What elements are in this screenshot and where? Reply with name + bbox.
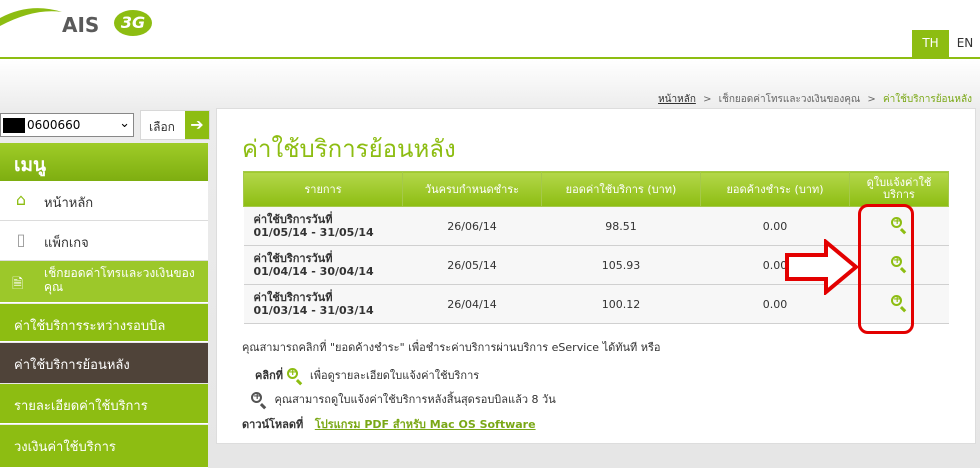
menu-title: เมนู [14,154,47,176]
pay-note: คุณสามารถคลิกที่ "ยอดค้างชำระ" เพื่อชำระ… [242,338,661,356]
sidebar-item-label: แพ็กเกจ [44,236,89,251]
lang-th-button[interactable]: TH [912,30,949,57]
breadcrumb-separator: > [867,94,876,105]
pdf-download-link[interactable]: โปรแกรม PDF สำหรับ Mac OS Software [315,418,536,431]
header-divider [0,57,980,59]
bill-period-cell: ค่าใช้บริการวันที่ 01/04/14 - 30/04/14 [243,245,403,285]
breadcrumb-separator: > [703,94,712,105]
home-icon: ⌂ [15,190,27,209]
bill-period-label: ค่าใช้บริการวันที่ [253,252,333,265]
bill-period-range: 01/04/14 - 30/04/14 [253,265,374,278]
amount-cell: 98.51 [541,206,701,246]
column-header: ยอดค้างชำระ (บาท) [700,171,850,207]
ais-logo[interactable]: AIS 3G [0,0,160,45]
view-note-text: คุณสามารถดูใบแจ้งค่าใช้บริการหลังสิ้นสุด… [274,393,556,406]
breadcrumb-home-link[interactable]: หน้าหลัก [658,94,696,105]
choose-button-label: เลือก [149,120,175,134]
zoom-in-icon: + [286,367,303,386]
amount-cell: 105.93 [541,245,701,285]
due-date-cell: 26/04/14 [402,284,542,324]
bill-period-range: 01/05/14 - 31/05/14 [253,226,374,239]
column-header: วันครบกำหนดชำระ [402,171,542,207]
chevron-down-icon: ⌄ [119,116,130,131]
red-arrow-icon [785,239,860,295]
zoom-in-icon: + [251,391,267,410]
click-note-prefix: คลิกที่ [255,369,284,382]
logo-swoosh-icon [0,8,62,26]
bill-period-cell: ค่าใช้บริการวันที่ 01/05/14 - 31/05/14 [243,206,403,246]
sidebar: เมนู ⌂ หน้าหลัก ▯ แพ็กเกจ 🗎 เช็กยอดค่าโท… [0,143,208,468]
lang-en-button[interactable]: EN [950,30,980,57]
due-date-cell: 26/05/14 [402,245,542,285]
sidebar-item-credit[interactable]: วงเงินค่าใช้บริการ [0,425,208,468]
breadcrumb: หน้าหลัก > เช็กยอดค่าโทรและวงเงินของคุณ … [658,92,972,107]
bill-icon: 🗎 [12,276,24,292]
number-select[interactable]: 0600660 ⌄ [0,113,134,137]
logo-3g-badge: 3G [114,10,152,36]
column-header: ยอดค่าใช้บริการ (บาท) [541,171,701,207]
page-title: ค่าใช้บริการย้อนหลัง [242,135,456,163]
due-date-cell: 26/06/14 [402,206,542,246]
pay-note-text: คุณสามารถคลิกที่ "ยอดค้างชำระ" เพื่อชำระ… [242,341,661,354]
top-bar: AIS 3G TH EN [0,0,980,58]
sidebar-item-label: วงเงินค่าใช้บริการ [14,440,116,455]
phone-icon: ▯ [16,230,26,249]
sidebar-item-history[interactable]: ค่าใช้บริการย้อนหลัง [0,343,208,383]
sidebar-item-label: ค่าใช้บริการระหว่างรอบบิล [14,319,166,334]
sidebar-item-label: รายละเอียดค่าใช้บริการ [14,399,148,414]
sidebar-item-current-cycle[interactable]: ค่าใช้บริการระหว่างรอบบิล [0,304,208,342]
table-header-row: รายการ วันครบกำหนดชำระ ยอดค่าใช้บริการ (… [243,171,949,207]
bill-period-label: ค่าใช้บริการวันที่ [253,291,333,304]
choose-number-button[interactable]: เลือก ➔ [140,110,210,140]
arrow-right-icon: ➔ [185,111,209,139]
sidebar-item-home[interactable]: ⌂ หน้าหลัก [0,181,208,221]
bill-period-cell: ค่าใช้บริการวันที่ 01/03/14 - 31/03/14 [243,284,403,324]
column-header: รายการ [243,171,403,207]
logo-text: AIS [62,13,100,37]
highlight-box [858,204,914,334]
click-note: คลิกที่ + เพื่อดูรายละเอียดใบแจ้งค่าใช้บ… [255,366,480,386]
column-header: ดูใบแจ้งค่าใช้บริการ [849,171,949,207]
view-note: + คุณสามารถดูใบแจ้งค่าใช้บริการหลังสิ้นส… [251,390,556,410]
download-label: ดาวน์โหลดที่ [242,418,304,431]
amount-cell: 100.12 [541,284,701,324]
download-note: ดาวน์โหลดที่ โปรแกรม PDF สำหรับ Mac OS S… [242,415,536,433]
main-panel: ค่าใช้บริการย้อนหลัง รายการ วันครบกำหนดช… [216,108,976,444]
sidebar-item-package[interactable]: ▯ แพ็กเกจ [0,221,208,261]
sidebar-item-detail[interactable]: รายละเอียดค่าใช้บริการ [0,384,208,424]
redacted-number-mask [3,118,25,133]
sidebar-item-label: ค่าใช้บริการย้อนหลัง [14,358,130,373]
breadcrumb-current: ค่าใช้บริการย้อนหลัง [882,94,972,105]
sidebar-item-check-bill[interactable]: 🗎 เช็กยอดค่าโทรและวงเงินของคุณ [0,261,208,303]
menu-header: เมนู [0,143,208,181]
click-note-text: เพื่อดูรายละเอียดใบแจ้งค่าใช้บริการ [310,369,480,382]
sidebar-item-label: หน้าหลัก [44,196,94,211]
sidebar-item-label: เช็กยอดค่าโทรและวงเงินของคุณ [44,266,195,294]
number-select-value: 0600660 [27,118,81,132]
bill-period-range: 01/03/14 - 31/03/14 [253,304,374,317]
bill-period-label: ค่าใช้บริการวันที่ [253,213,333,226]
breadcrumb-section[interactable]: เช็กยอดค่าโทรและวงเงินของคุณ [719,94,861,105]
